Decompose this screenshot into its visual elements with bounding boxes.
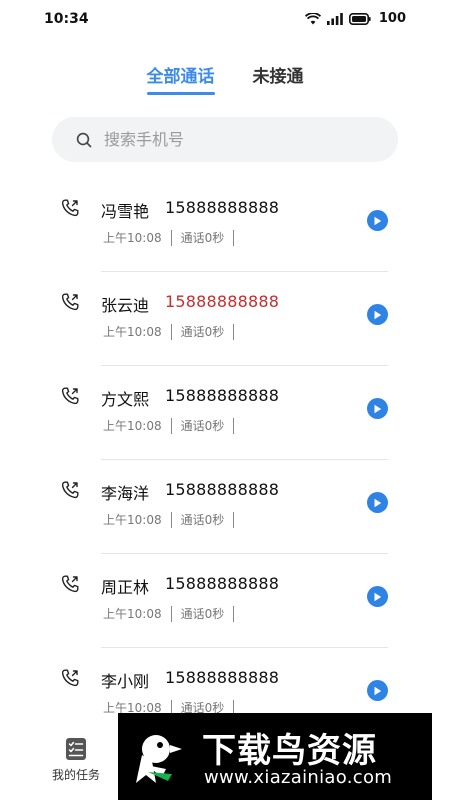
call-tabs: 全部通话 未接通 <box>0 62 450 95</box>
call-duration: 通话0秒 <box>180 419 225 433</box>
bird-logo-icon <box>136 735 182 783</box>
call-time: 上午10:08 <box>103 607 162 621</box>
task-list-icon <box>66 738 86 760</box>
wifi-icon <box>304 12 321 24</box>
search-input[interactable] <box>104 130 364 149</box>
call-item[interactable]: 方文熙 15888888888 上午10:08 通话0秒 <box>0 366 450 460</box>
play-icon <box>374 686 382 695</box>
call-item[interactable]: 冯雪艳 15888888888 上午10:08 通话0秒 <box>0 178 450 272</box>
play-recording-button[interactable] <box>367 398 388 419</box>
contact-name: 方文熙 <box>101 390 150 409</box>
search-bar[interactable] <box>52 117 398 162</box>
play-icon <box>374 216 382 225</box>
call-item[interactable]: 李海洋 15888888888 上午10:08 通话0秒 <box>0 460 450 554</box>
call-duration: 通话0秒 <box>180 325 225 339</box>
nav-label-my-tasks: 我的任务 <box>51 768 100 782</box>
watermark-banner: 下载鸟资源 www.xiazainiao.com <box>118 713 432 800</box>
play-icon <box>374 310 382 319</box>
meta-divider <box>233 323 235 340</box>
phone-number: 15888888888 <box>165 480 280 499</box>
status-time: 10:34 <box>44 11 89 27</box>
meta-divider <box>170 323 172 340</box>
call-meta: 上午10:08 通话0秒 <box>103 511 243 528</box>
call-meta: 上午10:08 通话0秒 <box>103 605 243 622</box>
contact-name: 张云迪 <box>101 296 150 315</box>
call-meta: 上午10:08 通话0秒 <box>103 323 243 340</box>
meta-divider <box>233 511 235 528</box>
watermark-url: www.xiazainiao.com <box>204 767 393 788</box>
watermark-title: 下载鸟资源 <box>202 731 377 771</box>
call-time: 上午10:08 <box>103 419 162 433</box>
meta-divider <box>233 229 235 246</box>
call-duration: 通话0秒 <box>180 513 225 527</box>
contact-name: 李小刚 <box>101 672 150 691</box>
play-recording-button[interactable] <box>367 680 388 701</box>
contact-name: 冯雪艳 <box>101 202 150 221</box>
phone-number: 15888888888 <box>165 292 280 311</box>
nav-item-my-tasks[interactable]: 我的任务 <box>44 737 108 783</box>
tab-all-calls[interactable]: 全部通话 <box>146 62 215 95</box>
meta-divider <box>170 417 172 434</box>
phone-outgoing-icon <box>61 199 79 217</box>
play-recording-button[interactable] <box>367 586 388 607</box>
call-duration: 通话0秒 <box>180 231 225 245</box>
status-bar: 10:34 100 <box>0 0 450 40</box>
tab-missed-calls[interactable]: 未接通 <box>253 62 304 95</box>
phone-outgoing-icon <box>61 481 79 499</box>
call-time: 上午10:08 <box>103 325 162 339</box>
phone-number: 15888888888 <box>165 574 280 593</box>
play-icon <box>374 592 382 601</box>
play-recording-button[interactable] <box>367 304 388 325</box>
play-recording-button[interactable] <box>367 492 388 513</box>
phone-outgoing-icon <box>61 575 79 593</box>
meta-divider <box>170 605 172 622</box>
meta-divider <box>170 511 172 528</box>
status-icons: 100 <box>304 11 406 26</box>
contact-name: 周正林 <box>101 578 150 597</box>
signal-icon <box>326 12 343 25</box>
contact-name: 李海洋 <box>101 484 150 503</box>
call-item[interactable]: 周正林 15888888888 上午10:08 通话0秒 <box>0 554 450 648</box>
phone-outgoing-icon <box>61 669 79 687</box>
battery-icon <box>348 12 371 25</box>
phone-number: 15888888888 <box>165 668 280 687</box>
play-icon <box>374 498 382 507</box>
call-item[interactable]: 张云迪 15888888888 上午10:08 通话0秒 <box>0 272 450 366</box>
meta-divider <box>170 229 172 246</box>
call-time: 上午10:08 <box>103 513 162 527</box>
phone-number: 15888888888 <box>165 198 280 217</box>
battery-level: 100 <box>378 11 406 26</box>
meta-divider <box>233 417 235 434</box>
phone-outgoing-icon <box>61 387 79 405</box>
play-icon <box>374 404 382 413</box>
phone-outgoing-icon <box>61 293 79 311</box>
call-meta: 上午10:08 通话0秒 <box>103 417 243 434</box>
play-recording-button[interactable] <box>367 210 388 231</box>
call-duration: 通话0秒 <box>180 607 225 621</box>
search-icon <box>76 132 92 147</box>
call-meta: 上午10:08 通话0秒 <box>103 229 243 246</box>
phone-number: 15888888888 <box>165 386 280 405</box>
meta-divider <box>233 605 235 622</box>
call-list: 冯雪艳 15888888888 上午10:08 通话0秒 张云迪 1588888… <box>0 178 450 742</box>
call-time: 上午10:08 <box>103 231 162 245</box>
